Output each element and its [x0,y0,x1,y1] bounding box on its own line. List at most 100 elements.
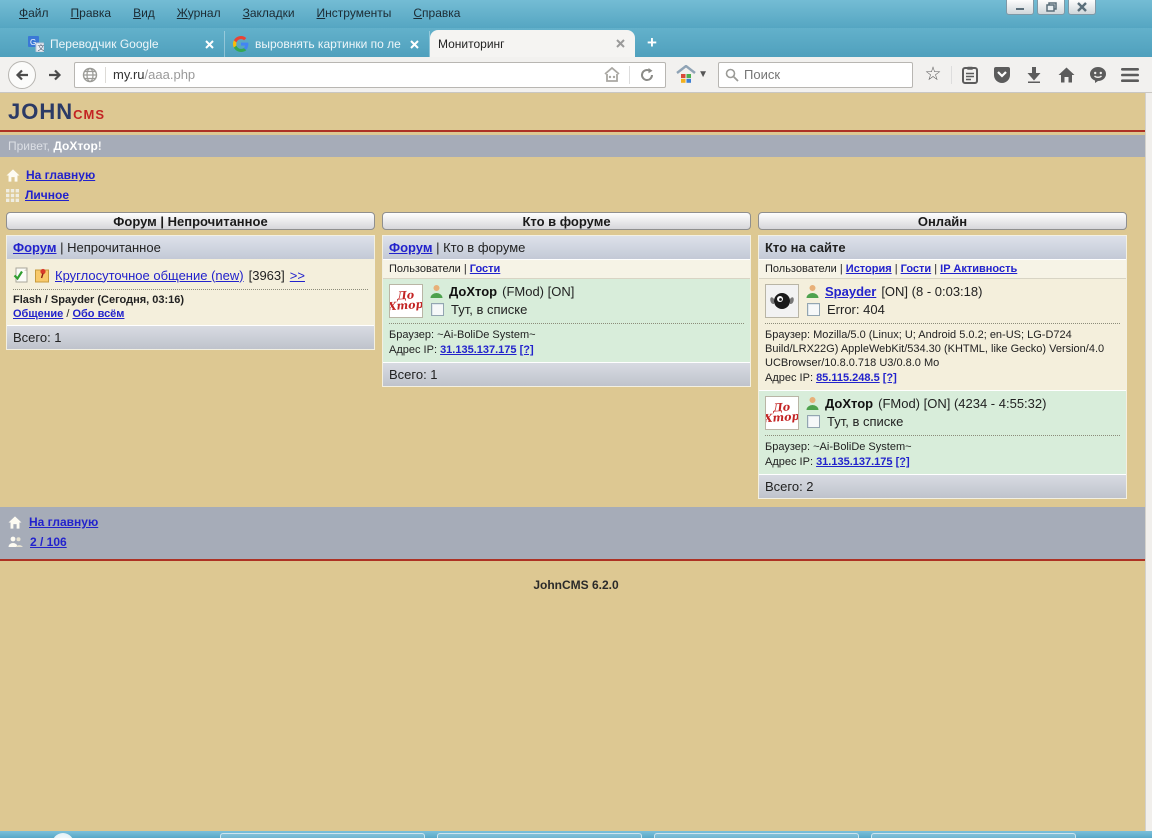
user-checkbox[interactable] [807,303,820,316]
topic-count: [3963] [249,268,285,283]
globe-icon [82,67,98,83]
reload-icon [639,67,655,83]
link-home[interactable]: На главную [26,168,95,182]
filter-history-link[interactable]: История [846,263,892,275]
topic-more-link[interactable]: >> [290,268,305,283]
menu-history[interactable]: Журнал [168,4,230,22]
user-card: До Хтор ДоХтор (FMod) [ON] Тут, [383,279,750,362]
save-to-home-button[interactable] [599,62,625,88]
site-identity[interactable] [75,67,106,83]
speed-dial-button[interactable]: ▼ [672,65,712,84]
user-name-link[interactable]: Spayder [825,284,876,299]
bookmark-star-button[interactable]: ☆ [919,62,947,88]
tab-monitoring[interactable]: Мониторинг [430,30,635,57]
category-link[interactable]: Обо всём [72,308,124,320]
url-bar[interactable]: my.ru/aaa.php [74,62,666,88]
avatar: До Хтор [389,284,423,318]
chevron-down-icon[interactable]: ▼ [698,69,708,80]
taskbar-item[interactable] [437,833,642,838]
menu-button[interactable] [1116,62,1144,88]
restore-icon [1046,2,1057,12]
menu-bookmarks[interactable]: Закладки [234,4,304,22]
breadcrumb: Форум | Непрочитанное [7,236,374,259]
ip-link[interactable]: 31.135.137.175 [440,344,516,356]
user-name: ДоХтор [825,396,873,411]
close-button[interactable] [1068,0,1096,15]
ip-link[interactable]: 31.135.137.175 [816,456,892,468]
logo-cms: CMS [73,107,105,122]
menu-view[interactable]: Вид [124,4,164,22]
panel-online: Онлайн Кто на сайте Пользователи | Истор… [758,212,1127,499]
footer-online-counter-link[interactable]: 2 / 106 [30,535,67,549]
filter-ip-activity-link[interactable]: IP Активность [940,263,1017,275]
browser-menubar: Файл Правка Вид Журнал Закладки Инструме… [0,0,1152,22]
link-forum[interactable]: Форум [389,240,432,255]
footer-home-link[interactable]: На главную [29,515,98,529]
reload-button[interactable] [634,62,660,88]
menu-file[interactable]: Файл [10,4,58,22]
tab-close-icon[interactable] [407,37,421,51]
minimize-button[interactable] [1006,0,1034,15]
navigation-toolbar: my.ru/aaa.php ▼ ☆ [0,57,1152,93]
site-logo: JOHNCMS [0,93,1152,132]
svg-text:G: G [30,38,36,47]
search-icon [725,68,739,82]
house-dots-icon [604,67,620,82]
restore-button[interactable] [1037,0,1065,15]
google-translate-icon: G文 [28,36,44,52]
ip-help-link[interactable]: [?] [896,456,910,468]
scrollbar-track[interactable] [1145,93,1152,831]
topic-link[interactable]: Круглосуточное общение (new) [55,268,244,283]
panel-who-in-forum: Кто в форуме Форум | Кто в форуме Пользо… [382,212,751,387]
search-box[interactable] [718,62,913,88]
forward-button[interactable] [42,62,68,88]
ip-help-link[interactable]: [?] [520,344,534,356]
url-text[interactable]: my.ru/aaa.php [106,67,599,82]
search-input[interactable] [744,67,894,82]
filter-guests-link[interactable]: Гости [470,263,501,275]
filter-guests-link[interactable]: Гости [901,263,932,275]
tab-close-icon[interactable] [202,37,216,51]
tab-google-search[interactable]: выровнять картинки по ле... [225,31,430,57]
greeting-bar: Привет, ДоХтор! [0,135,1145,157]
user-name: ДоХтор [449,284,497,299]
user-checkbox[interactable] [807,415,820,428]
home-icon [6,169,20,182]
user-checkbox[interactable] [431,303,444,316]
link-forum[interactable]: Форум [13,240,56,255]
taskbar-item[interactable] [871,833,1076,838]
os-taskbar [0,831,1152,838]
menu-help[interactable]: Справка [404,4,469,22]
new-tab-button[interactable]: + [635,33,669,57]
user-browser: ~Ai-BoliDe System~ [813,441,911,453]
menu-edit[interactable]: Правка [62,4,121,22]
taskbar-item[interactable] [220,833,425,838]
taskbar-item[interactable] [654,833,859,838]
user-icon [805,396,820,411]
window-controls [1006,0,1096,15]
hello-button[interactable] [1084,62,1112,88]
new-topic-pin-icon [34,267,50,283]
download-icon [1027,67,1041,83]
link-personal[interactable]: Личное [25,188,69,202]
home-button[interactable] [1052,62,1080,88]
filter-users: Пользователи [765,263,837,275]
panel-forum-unread: Форум | Непрочитанное Форум | Непрочитан… [6,212,375,350]
ip-help-link[interactable]: [?] [883,372,897,384]
grid-icon [6,189,19,202]
menu-tools[interactable]: Инструменты [308,4,401,22]
tab-google-translate[interactable]: G文 Переводчик Google [20,31,225,57]
avatar: До Хтор [765,396,799,430]
star-icon: ☆ [924,65,941,84]
category-link[interactable]: Общение [13,308,63,320]
panel-total: Всего: 1 [7,325,374,349]
tab-close-icon[interactable] [613,37,627,51]
filter-bar: Пользователи | История | Гости | IP Акти… [759,259,1126,279]
minimize-icon [1015,3,1025,11]
pocket-button[interactable] [988,62,1016,88]
start-button[interactable] [52,833,74,838]
downloads-button[interactable] [1020,62,1048,88]
library-button[interactable] [956,62,984,88]
ip-link[interactable]: 85.115.248.5 [816,372,880,384]
back-button[interactable] [8,61,36,89]
